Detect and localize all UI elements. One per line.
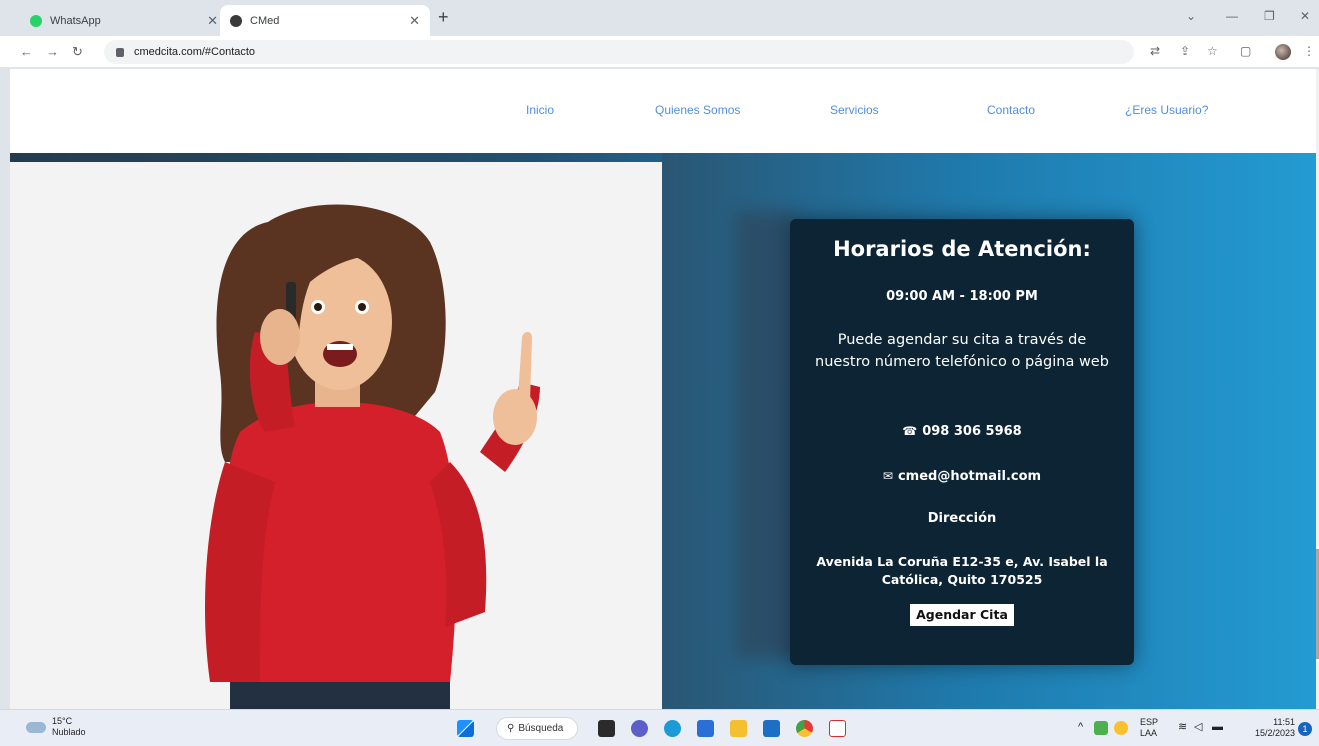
address-bar[interactable]: cmedcita.com/#Contacto — [104, 40, 1134, 64]
battery-icon[interactable]: ▬ — [1212, 722, 1223, 733]
share-icon[interactable]: ⇪ — [1180, 44, 1190, 58]
address-label: Dirección — [927, 511, 997, 526]
opening-hours: 09:00 AM - 18:00 PM — [886, 289, 1038, 304]
url-text: cmedcita.com/#Contacto — [134, 46, 256, 58]
profile-avatar[interactable] — [1275, 44, 1291, 60]
taskbar-search[interactable]: ⚲ Búsqueda — [496, 717, 578, 740]
store-icon[interactable] — [697, 720, 714, 737]
tray-app-icon-2[interactable] — [1114, 721, 1128, 735]
acrobat-icon[interactable] — [829, 720, 846, 737]
wifi-icon[interactable]: ≋ — [1178, 722, 1187, 733]
nav-link-quienes-somos[interactable]: Quienes Somos — [655, 103, 740, 117]
back-icon[interactable]: ← — [20, 44, 33, 59]
nav-link-eres-usuario[interactable]: ¿Eres Usuario? — [1125, 103, 1208, 117]
phone-icon: ☎ — [902, 424, 918, 438]
start-button-windows-icon[interactable] — [457, 720, 474, 737]
card-title: Horarios de Atención: — [833, 237, 1091, 261]
menu-kebab-icon[interactable]: ⋮ — [1303, 44, 1315, 58]
chrome-icon[interactable] — [796, 720, 813, 737]
taskbar: 15°C Nublado ⚲ Búsqueda ^ ESP LAA ≋ ◁ ▬ … — [0, 709, 1319, 746]
lock-icon — [116, 47, 124, 57]
address-text: Avenida La Coruña E12-35 e, Av. Isabel l… — [816, 554, 1108, 587]
clock[interactable]: 11:51 15/2/2023 — [1245, 717, 1295, 739]
reload-icon[interactable]: ↻ — [72, 44, 83, 60]
file-explorer-icon[interactable] — [730, 720, 747, 737]
clock-date: 15/2/2023 — [1254, 728, 1295, 738]
search-icon: ⚲ — [507, 723, 515, 734]
page-viewport: Inicio Quienes Somos Servicios Contacto … — [10, 69, 1316, 709]
screen: WhatsApp ✕ CMed ✕ + ⌄ — ❐ ✕ ← → ↻ cmedci… — [0, 0, 1319, 746]
task-view-icon[interactable] — [598, 720, 615, 737]
show-hidden-icons-icon[interactable]: ^ — [1078, 722, 1083, 733]
tab-title: CMed — [250, 14, 280, 27]
envelope-icon: ✉ — [882, 469, 893, 483]
chat-icon[interactable] — [631, 720, 648, 737]
notification-badge[interactable]: 1 — [1298, 722, 1312, 736]
browser-tab-strip: WhatsApp ✕ CMed ✕ + ⌄ — ❐ ✕ — [0, 0, 1319, 36]
tab-search-icon[interactable]: ⌄ — [1186, 9, 1196, 23]
tab-cmed[interactable]: CMed ✕ — [220, 5, 430, 36]
clock-time: 11:51 — [1273, 717, 1295, 727]
weather-widget[interactable]: 15°C Nublado — [26, 716, 86, 738]
language-code: ESP — [1140, 717, 1159, 727]
contact-photo — [10, 162, 662, 709]
nav-link-inicio[interactable]: Inicio — [526, 103, 554, 117]
bookmark-star-icon[interactable]: ☆ — [1207, 44, 1218, 58]
woman-on-phone-image — [10, 162, 662, 709]
input-language[interactable]: ESP LAA — [1140, 717, 1158, 739]
nav-link-contacto[interactable]: Contacto — [987, 103, 1035, 117]
site-navigation: Inicio Quienes Somos Servicios Contacto … — [10, 69, 1316, 153]
whatsapp-icon — [30, 14, 42, 27]
forward-icon[interactable]: → — [46, 44, 59, 59]
close-window-button[interactable]: ✕ — [1300, 9, 1310, 23]
contact-section: Horarios de Atención: 09:00 AM - 18:00 P… — [662, 153, 1316, 709]
close-tab-icon[interactable]: ✕ — [207, 13, 218, 29]
tab-title: WhatsApp — [50, 14, 101, 27]
close-tab-icon[interactable]: ✕ — [409, 13, 420, 29]
phone-row: ☎ 098 306 5968 — [790, 424, 1134, 439]
volume-icon[interactable]: ◁ — [1194, 722, 1202, 733]
contact-card: Horarios de Atención: 09:00 AM - 18:00 P… — [790, 219, 1134, 665]
outlook-icon[interactable] — [763, 720, 780, 737]
restore-button[interactable]: ❐ — [1264, 9, 1275, 23]
keyboard-layout: LAA — [1140, 728, 1158, 738]
site-favicon-icon — [230, 14, 242, 27]
search-label: Búsqueda — [518, 723, 564, 734]
tray-app-icon[interactable] — [1094, 721, 1108, 735]
email-address: cmed@hotmail.com — [897, 469, 1042, 484]
email-row: ✉ cmed@hotmail.com — [790, 469, 1134, 484]
edge-icon[interactable] — [664, 720, 681, 737]
new-tab-button[interactable]: + — [438, 8, 449, 26]
weather-desc: Nublado — [52, 727, 86, 737]
cloud-icon — [26, 721, 46, 733]
browser-toolbar: ← → ↻ cmedcita.com/#Contacto ⇄ ⇪ ☆ ▢ ⋮ — [0, 36, 1319, 68]
minimize-button[interactable]: — — [1226, 9, 1238, 23]
nav-link-servicios[interactable]: Servicios — [830, 103, 879, 117]
weather-temp: 15°C — [52, 716, 73, 726]
book-appointment-button[interactable]: Agendar Cita — [910, 604, 1014, 626]
card-description: Puede agendar su cita a través de nuestr… — [815, 332, 1109, 370]
tab-whatsapp[interactable]: WhatsApp ✕ — [20, 5, 228, 36]
card-shadow — [735, 211, 795, 659]
translate-icon[interactable]: ⇄ — [1150, 44, 1160, 58]
side-panel-icon[interactable]: ▢ — [1240, 44, 1251, 58]
phone-number: 098 306 5968 — [922, 424, 1022, 439]
